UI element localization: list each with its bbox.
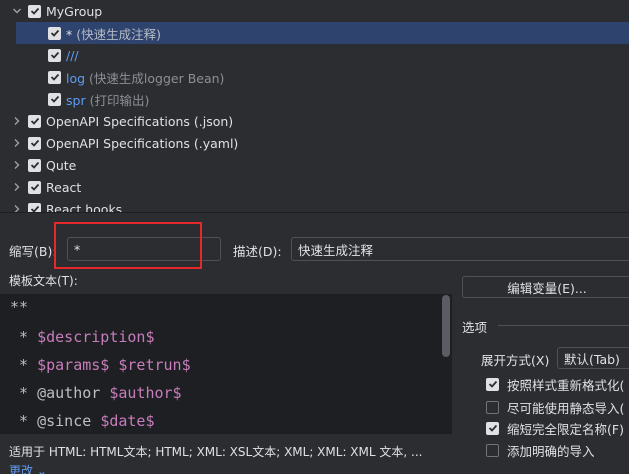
template-text-label: 模板文本(T): <box>9 274 78 288</box>
option-label: 缩短完全限定名称(F) <box>507 421 624 437</box>
group-checkbox[interactable] <box>28 158 41 172</box>
chevron-right-icon[interactable] <box>12 160 22 170</box>
group-label: Qute <box>46 157 77 173</box>
item-key: spr <box>66 92 86 108</box>
chevron-right-icon[interactable] <box>12 116 22 126</box>
tree-group-mygroup[interactable]: MyGroup <box>0 0 629 22</box>
chevron-down-icon[interactable] <box>12 6 22 16</box>
tree-item-star[interactable]: * (快速生成注释) <box>16 22 629 44</box>
item-desc: (快速生成注释) <box>72 26 161 42</box>
expand-with-select[interactable]: 默认(Tab) <box>557 347 629 369</box>
tree-group-openapi-json[interactable]: OpenAPI Specifications (.json) <box>0 110 629 132</box>
item-key: log <box>66 70 86 86</box>
option-label: 添加明确的导入 <box>507 443 595 459</box>
option-label: 按照样式重新格式化( <box>507 377 625 393</box>
group-label: OpenAPI Specifications (.json) <box>46 113 234 129</box>
code-line: * @author $author$ <box>10 382 182 404</box>
options-divider <box>498 325 629 326</box>
group-label: OpenAPI Specifications (.yaml) <box>46 135 239 151</box>
code-line: * @since $date$ <box>10 410 155 432</box>
template-editor[interactable]: ** * $description$ * $params$ $retrun$ *… <box>0 294 452 434</box>
item-desc: (快速生成logger Bean) <box>85 70 225 86</box>
description-input[interactable]: 快速生成注释 <box>291 237 629 261</box>
live-template-tree[interactable]: MyGroup * (快速生成注释) /// log (快速生成logger B… <box>0 0 629 212</box>
code-variable: $retrun$ <box>118 356 191 374</box>
group-checkbox[interactable] <box>28 202 41 212</box>
tree-group-qute[interactable]: Qute <box>0 154 629 176</box>
group-checkbox[interactable] <box>28 180 41 194</box>
options-title: 选项 <box>462 320 488 335</box>
code-variable: $description$ <box>37 328 155 346</box>
desc-label: 描述(D): <box>233 244 282 259</box>
code-text: ** <box>10 298 29 316</box>
option-explicit-import[interactable]: 添加明确的导入 <box>486 440 595 460</box>
abbrev-label: 缩写(B): <box>9 244 57 259</box>
change-link[interactable]: 更改 ⌄ <box>9 462 47 474</box>
chevron-right-icon[interactable] <box>12 204 22 212</box>
item-desc: (打印输出) <box>85 92 150 108</box>
checkbox-checked[interactable] <box>486 377 499 391</box>
option-reformat[interactable]: 按照样式重新格式化( <box>486 374 624 394</box>
divider <box>0 212 629 213</box>
code-text: * <box>10 356 38 374</box>
item-checkbox[interactable] <box>48 70 61 84</box>
option-shorten-fqn[interactable]: 缩短完全限定名称(F) <box>486 418 624 438</box>
tree-group-openapi-yaml[interactable]: OpenAPI Specifications (.yaml) <box>0 132 629 154</box>
tree-group-react-hooks[interactable]: React hooks <box>0 198 629 212</box>
chevron-right-icon[interactable] <box>12 182 22 192</box>
item-key: /// <box>66 47 79 63</box>
chevron-right-icon[interactable] <box>12 138 22 148</box>
group-checkbox[interactable] <box>28 136 41 150</box>
group-label: React hooks <box>46 201 123 213</box>
group-label: MyGroup <box>46 3 103 19</box>
tree-item-spr[interactable]: spr (打印输出) <box>0 88 629 110</box>
tree-item-log[interactable]: log (快速生成logger Bean) <box>0 66 629 88</box>
editor-scrollbar[interactable] <box>442 295 450 357</box>
item-checkbox[interactable] <box>48 26 61 40</box>
checkbox-unchecked[interactable] <box>486 400 499 414</box>
code-line: * $params$ $retrun$ <box>10 354 191 376</box>
item-checkbox[interactable] <box>48 92 61 106</box>
code-text: * @author <box>10 384 110 402</box>
option-static-import[interactable]: 尽可能使用静态导入( <box>486 397 624 417</box>
expand-with-label: 展开方式(X) <box>481 353 550 368</box>
code-variable: $author$ <box>109 384 182 402</box>
group-label: React <box>46 179 82 195</box>
group-checkbox[interactable] <box>28 114 41 128</box>
group-checkbox[interactable] <box>28 4 41 18</box>
item-checkbox[interactable] <box>48 48 61 62</box>
tree-item-slashes[interactable]: /// <box>0 44 629 66</box>
code-line: ** <box>10 296 28 318</box>
edit-variables-button[interactable]: 编辑变量(E)... <box>462 276 629 298</box>
code-text: * @since <box>10 412 101 430</box>
code-variable: $params$ <box>37 356 110 374</box>
applicable-contexts: 适用于 HTML: HTML文本; HTML; XML: XSL文本; XML;… <box>9 445 423 459</box>
code-text: * <box>10 328 38 346</box>
highlight-box <box>54 222 202 269</box>
option-label: 尽可能使用静态导入( <box>507 400 625 416</box>
code-line: * $description$ <box>10 326 155 348</box>
tree-group-react[interactable]: React <box>0 176 629 198</box>
checkbox-unchecked[interactable] <box>486 443 499 457</box>
code-variable: $date$ <box>100 412 155 430</box>
checkbox-checked[interactable] <box>486 421 499 435</box>
